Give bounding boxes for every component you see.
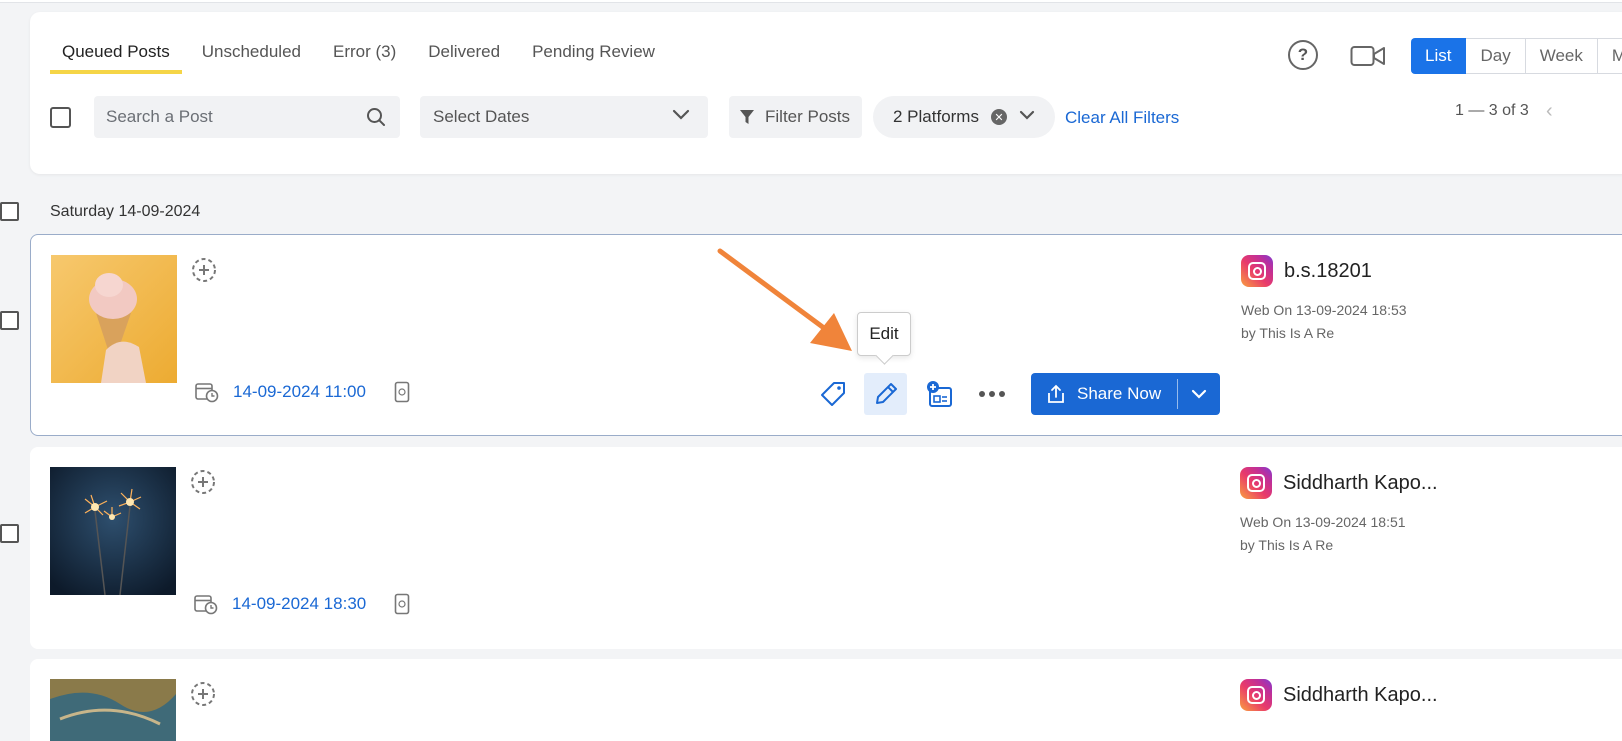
filter-posts-button[interactable]: Filter Posts xyxy=(729,96,862,138)
clear-chip-icon[interactable]: ✕ xyxy=(991,109,1007,125)
more-options-button[interactable] xyxy=(970,373,1013,415)
date-range-select[interactable]: Select Dates xyxy=(420,96,708,138)
post-thumbnail-aerial[interactable] xyxy=(50,679,176,741)
filter-posts-label: Filter Posts xyxy=(765,107,851,126)
share-icon xyxy=(1048,384,1064,403)
clear-all-filters-link[interactable]: Clear All Filters xyxy=(1065,108,1179,128)
day-group-label: Saturday 14-09-2024 xyxy=(50,203,201,220)
account-info: Siddharth Kapo... xyxy=(1240,679,1438,711)
help-icon[interactable]: ? xyxy=(1288,40,1318,70)
search-icon[interactable] xyxy=(366,107,386,127)
filter-toolbar: Queued Posts Unscheduled Error (3) Deliv… xyxy=(30,12,1622,174)
share-now-button[interactable]: Share Now xyxy=(1031,379,1179,409)
account-info: b.s.18201 Web On 13-09-2024 18:53 by Thi… xyxy=(1241,255,1407,345)
post-thumbnail-ice-cream[interactable] xyxy=(51,255,177,383)
filter-icon xyxy=(740,110,754,124)
more-horizontal-icon xyxy=(978,391,1005,397)
account-info: Siddharth Kapo... Web On 13-09-2024 18:5… xyxy=(1240,467,1438,557)
tag-button[interactable] xyxy=(811,373,854,415)
created-info: Web On 13-09-2024 18:51 xyxy=(1240,514,1406,530)
edit-button[interactable] xyxy=(864,373,907,415)
add-circle-icon[interactable] xyxy=(190,681,216,707)
account-name: Siddharth Kapo... xyxy=(1283,471,1438,494)
created-info: Web On 13-09-2024 18:53 xyxy=(1241,302,1407,318)
instagram-icon xyxy=(1240,467,1272,499)
search-input[interactable] xyxy=(106,107,356,127)
share-options-dropdown[interactable] xyxy=(1178,373,1220,415)
annotation-arrow xyxy=(717,248,852,351)
phone-notification-icon xyxy=(394,593,410,615)
tag-icon xyxy=(820,382,845,406)
chevron-left-icon[interactable]: ‹ xyxy=(1546,100,1553,123)
post-checkbox[interactable] xyxy=(0,524,19,543)
instagram-icon xyxy=(1241,255,1273,287)
instagram-icon xyxy=(1240,679,1272,711)
platforms-filter-chip[interactable]: 2 Platforms ✕ xyxy=(873,96,1055,138)
calendar-clock-icon xyxy=(194,595,218,615)
calendar-clock-icon xyxy=(195,383,219,403)
add-to-board-button[interactable] xyxy=(917,373,960,415)
view-list-button[interactable]: List xyxy=(1411,38,1467,74)
schedule-row: 14-09-2024 18:30 xyxy=(194,593,410,615)
post-tabs: Queued Posts Unscheduled Error (3) Deliv… xyxy=(50,42,675,74)
post-checkbox[interactable] xyxy=(0,311,19,330)
author-info: by This Is A Re xyxy=(1240,537,1334,553)
view-week-button[interactable]: Week xyxy=(1525,38,1598,74)
tab-error[interactable]: Error (3) xyxy=(321,42,408,74)
scheduled-datetime[interactable]: 14-09-2024 18:30 xyxy=(232,594,366,614)
tab-delivered[interactable]: Delivered xyxy=(416,42,512,74)
day-group-checkbox[interactable] xyxy=(0,202,19,221)
tab-pending-review[interactable]: Pending Review xyxy=(520,42,667,74)
chevron-down-icon xyxy=(1192,389,1207,399)
post-actions: Share Now xyxy=(811,373,1221,415)
select-all-checkbox[interactable] xyxy=(50,107,71,128)
share-now-label: Share Now xyxy=(1077,384,1162,403)
view-day-button[interactable]: Day xyxy=(1466,38,1526,74)
add-circle-icon[interactable] xyxy=(191,257,217,283)
pagination-count: 1 — 3 of 3 xyxy=(1455,102,1529,119)
share-now-split-button: Share Now xyxy=(1031,373,1221,415)
view-month-button[interactable]: Mor xyxy=(1597,38,1622,74)
post-thumbnail-sparklers[interactable] xyxy=(50,467,176,595)
top-border xyxy=(0,0,1622,3)
tab-queued-posts[interactable]: Queued Posts xyxy=(50,42,182,74)
add-layout-icon xyxy=(926,381,952,407)
view-mode-switch: List Day Week Mor xyxy=(1411,38,1622,74)
account-name: b.s.18201 xyxy=(1284,259,1372,282)
post-card: 14-09-2024 18:30 Siddharth Kapo... Web O… xyxy=(30,447,1622,649)
video-icon[interactable] xyxy=(1350,44,1386,68)
schedule-row: 14-09-2024 11:00 xyxy=(195,381,410,403)
post-card: Siddharth Kapo... xyxy=(30,659,1622,741)
chevron-down-icon xyxy=(1019,110,1035,120)
scheduled-datetime[interactable]: 14-09-2024 11:00 xyxy=(233,382,366,402)
pencil-icon xyxy=(875,383,897,404)
author-info: by This Is A Re xyxy=(1241,325,1335,341)
date-range-label: Select Dates xyxy=(433,107,530,126)
platforms-label: 2 Platforms xyxy=(893,107,979,126)
add-circle-icon[interactable] xyxy=(190,469,216,495)
chevron-down-icon xyxy=(672,109,690,120)
search-box xyxy=(94,96,400,138)
account-name: Siddharth Kapo... xyxy=(1283,683,1438,706)
edit-tooltip: Edit xyxy=(857,312,911,356)
phone-notification-icon xyxy=(394,381,410,403)
tab-unscheduled[interactable]: Unscheduled xyxy=(190,42,313,74)
